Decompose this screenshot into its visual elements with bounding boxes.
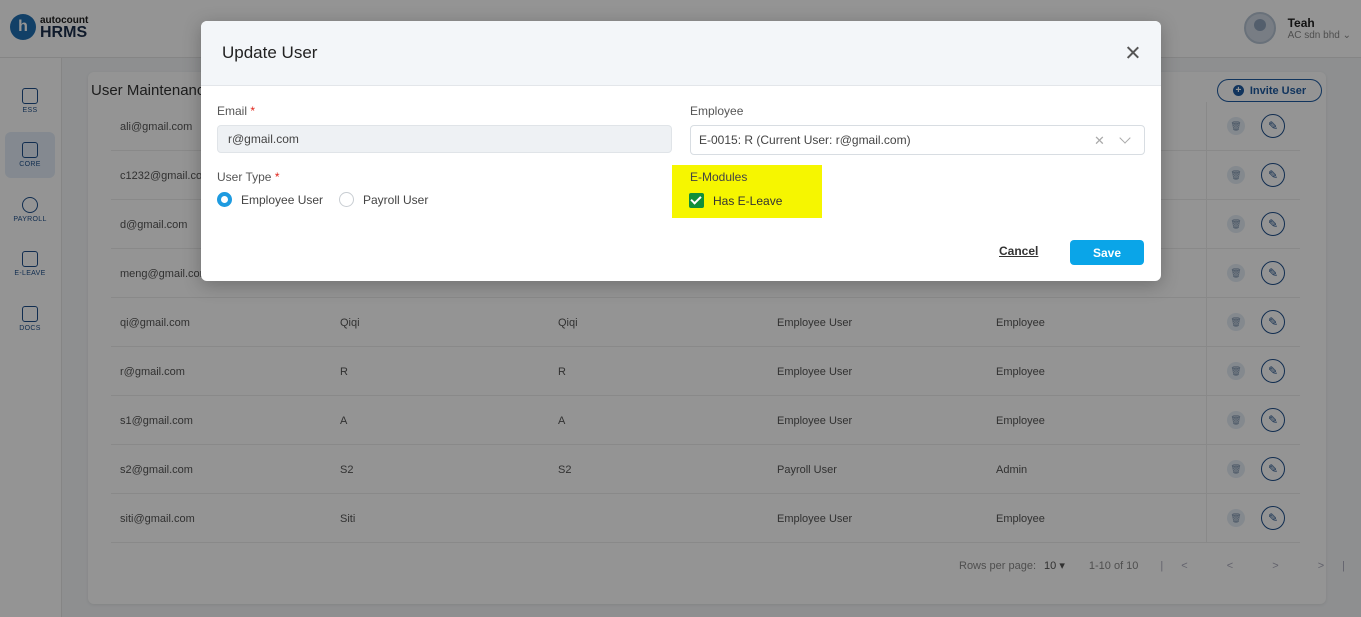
radio-label: Employee User <box>241 192 324 207</box>
has-eleave-checkbox[interactable]: Has E-Leave <box>689 193 782 208</box>
radio-checked-icon[interactable] <box>217 192 232 207</box>
email-label-text: Email <box>217 104 248 118</box>
save-button[interactable]: Save <box>1070 240 1144 265</box>
radio-unchecked-icon[interactable] <box>339 192 354 207</box>
radio-employee-user[interactable]: Employee User <box>217 192 323 207</box>
required-marker: * <box>274 170 280 184</box>
radio-label: Payroll User <box>363 192 429 207</box>
user-type-label: User Type * <box>217 170 279 184</box>
employee-select[interactable]: E-0015: R (Current User: r@gmail.com) ✕ <box>690 125 1145 155</box>
has-eleave-label: Has E-Leave <box>713 193 783 208</box>
employee-select-value: E-0015: R (Current User: r@gmail.com) <box>699 133 911 147</box>
emodules-label: E-Modules <box>690 170 748 184</box>
dialog-header: Update User <box>201 21 1161 86</box>
update-user-dialog: Update User Email * r@gmail.com Employee… <box>201 21 1161 281</box>
checkbox-checked-icon[interactable] <box>689 193 704 208</box>
required-marker: * <box>250 104 256 118</box>
employee-label: Employee <box>690 104 744 118</box>
chevron-down-icon[interactable] <box>1119 132 1131 144</box>
cancel-button[interactable]: Cancel <box>999 244 1038 258</box>
dialog-title: Update User <box>222 43 318 62</box>
user-type-label-text: User Type <box>217 170 272 184</box>
email-label: Email * <box>217 104 255 118</box>
radio-payroll-user[interactable]: Payroll User <box>339 192 428 207</box>
close-icon[interactable] <box>1123 43 1143 63</box>
clear-icon[interactable]: ✕ <box>1094 133 1105 149</box>
email-field[interactable]: r@gmail.com <box>217 125 672 153</box>
